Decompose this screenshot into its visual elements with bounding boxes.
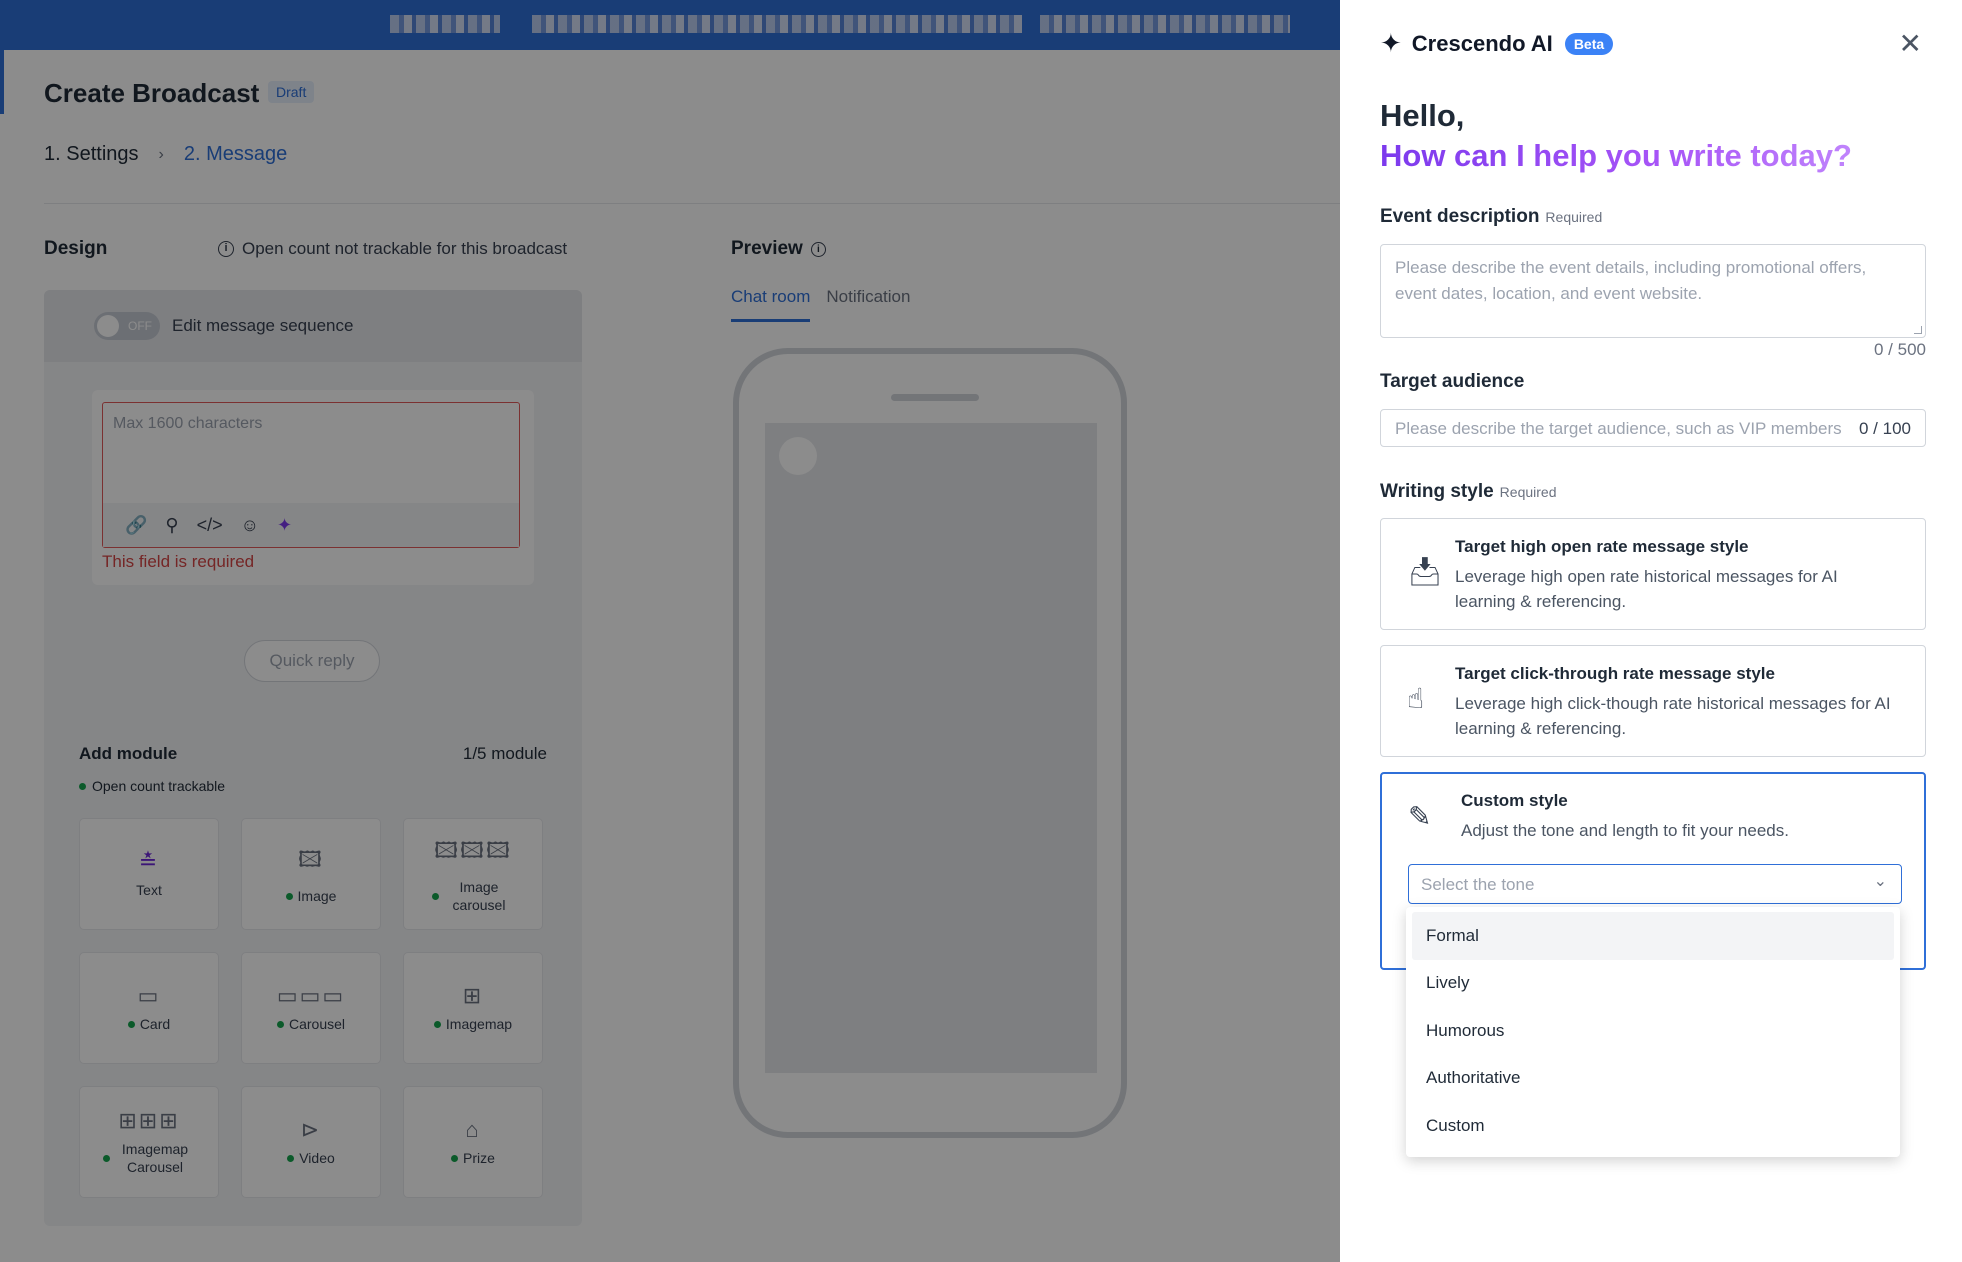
greeting: Hello, bbox=[1380, 98, 1465, 133]
audience-char-count: 0 / 100 bbox=[1859, 419, 1911, 438]
pointer-icon: ☝︎ bbox=[1407, 683, 1425, 714]
beta-badge: Beta bbox=[1564, 32, 1614, 55]
event-label-text: Event description bbox=[1380, 206, 1540, 227]
required-tag: Required bbox=[1545, 209, 1603, 225]
event-description-input[interactable]: Please describe the event details, inclu… bbox=[1380, 244, 1926, 338]
modal-overlay[interactable] bbox=[0, 0, 1340, 1262]
style-title: Target click-through rate message style bbox=[1455, 664, 1775, 683]
event-placeholder: Please describe the event details, inclu… bbox=[1395, 258, 1867, 303]
tone-option[interactable]: Formal bbox=[1412, 912, 1894, 960]
inbox-icon: 📥︎ bbox=[1407, 556, 1443, 587]
greeting-subtitle: How can I help you write today? bbox=[1380, 138, 1852, 173]
style-option-click-through[interactable]: ☝︎ Target click-through rate message sty… bbox=[1380, 645, 1926, 757]
style-description: Leverage high click-though rate historic… bbox=[1455, 694, 1891, 738]
tone-placeholder: Select the tone bbox=[1421, 875, 1535, 894]
style-description: Adjust the tone and length to fit your n… bbox=[1461, 821, 1789, 840]
audience-placeholder: Please describe the target audience, suc… bbox=[1395, 419, 1842, 438]
tone-option[interactable]: Lively bbox=[1412, 960, 1894, 1008]
target-audience-input[interactable]: Please describe the target audience, suc… bbox=[1380, 409, 1926, 447]
close-icon[interactable]: ✕ bbox=[1899, 30, 1922, 58]
pencil-icon: ✎ bbox=[1408, 801, 1432, 832]
style-title: Custom style bbox=[1461, 791, 1568, 810]
tone-option[interactable]: Custom bbox=[1412, 1102, 1894, 1150]
tone-option[interactable]: Humorous bbox=[1412, 1007, 1894, 1055]
broadcast-editor: Create Broadcast Draft 1. Settings › 2. … bbox=[0, 0, 1340, 1262]
chevron-down-icon: ⌄ bbox=[1873, 873, 1887, 890]
sparkle-icon: ✦ bbox=[1380, 28, 1402, 58]
required-tag: Required bbox=[1499, 484, 1557, 500]
event-label: Event description Required bbox=[1380, 206, 1602, 228]
audience-label-text: Target audience bbox=[1380, 371, 1525, 392]
tone-select[interactable]: Select the tone ⌄ bbox=[1408, 864, 1902, 904]
audience-label: Target audience bbox=[1380, 371, 1524, 393]
style-title: Target high open rate message style bbox=[1455, 537, 1749, 556]
tone-dropdown: Formal Lively Humorous Authoritative Cus… bbox=[1406, 907, 1900, 1157]
writing-style-label: Writing style Required bbox=[1380, 481, 1557, 503]
ai-name: Crescendo AI bbox=[1411, 30, 1553, 56]
ai-header: ✦ Crescendo AI Beta bbox=[1380, 28, 1614, 59]
resize-handle[interactable] bbox=[1914, 326, 1922, 334]
style-description: Leverage high open rate historical messa… bbox=[1455, 567, 1838, 611]
style-option-open-rate[interactable]: 📥︎ Target high open rate message style L… bbox=[1380, 518, 1926, 630]
tone-option[interactable]: Authoritative bbox=[1412, 1055, 1894, 1103]
writing-style-label-text: Writing style bbox=[1380, 481, 1494, 502]
event-char-count: 0 / 500 bbox=[1874, 340, 1926, 359]
